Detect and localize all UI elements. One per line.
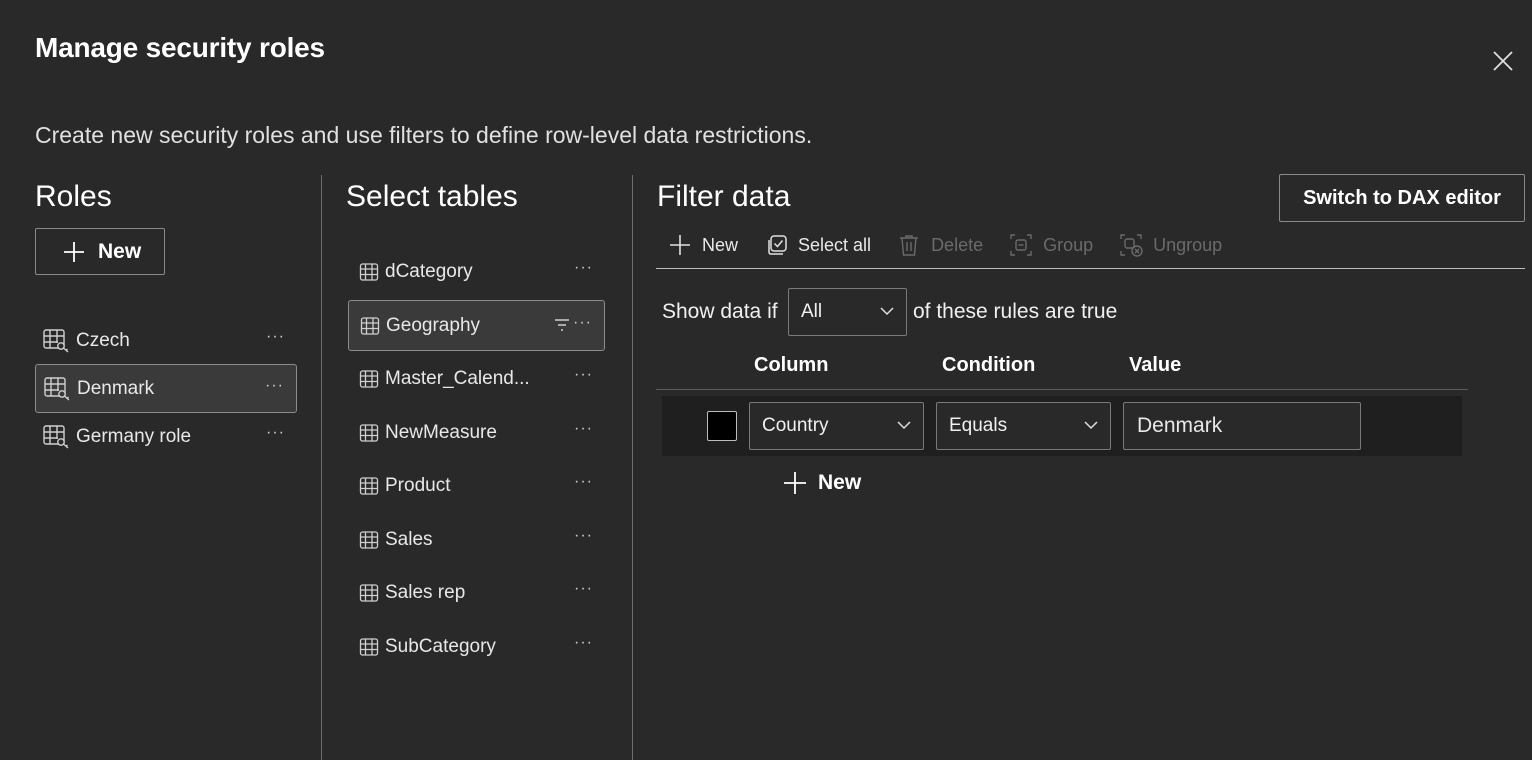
table-grid-icon xyxy=(359,637,379,656)
chevron-down-icon xyxy=(897,421,911,430)
more-ellipsis-icon[interactable]: ··· xyxy=(574,420,593,438)
select-all-label: Select all xyxy=(798,234,872,255)
role-label: Denmark xyxy=(77,377,155,399)
plus-icon xyxy=(670,235,690,255)
dialog-subtitle: Create new security roles and use filter… xyxy=(35,122,813,148)
more-ellipsis-icon[interactable]: ··· xyxy=(573,314,592,332)
table-item[interactable]: dCategory ··· xyxy=(348,246,605,297)
more-ellipsis-icon[interactable]: ··· xyxy=(574,473,593,491)
table-label: SubCategory xyxy=(385,635,496,657)
filter-toolbar: New Select all Delete Group Ungroup xyxy=(668,230,1248,260)
table-item[interactable]: Geography ··· xyxy=(348,300,605,351)
role-label: Germany role xyxy=(76,425,192,447)
role-label: Czech xyxy=(76,329,130,351)
role-table-key-icon xyxy=(43,424,69,449)
role-item-germany[interactable]: Germany role ··· xyxy=(35,412,297,461)
rule-column-value: Country xyxy=(762,415,829,436)
more-ellipsis-icon[interactable]: ··· xyxy=(574,634,593,652)
toolbar-divider xyxy=(656,268,1525,269)
rule-condition-select[interactable]: Equals xyxy=(936,402,1111,450)
chevron-down-icon xyxy=(880,307,894,316)
more-ellipsis-icon[interactable]: ··· xyxy=(266,424,285,442)
more-ellipsis-icon[interactable]: ··· xyxy=(266,328,285,346)
more-ellipsis-icon[interactable]: ··· xyxy=(574,259,593,277)
tables-heading: Select tables xyxy=(346,180,518,213)
role-table-key-icon xyxy=(44,376,70,401)
chevron-down-icon xyxy=(1084,421,1098,430)
select-all-button[interactable]: Select all xyxy=(764,233,871,257)
table-label: dCategory xyxy=(385,260,473,282)
table-grid-icon xyxy=(359,583,379,602)
dialog-title: Manage security roles xyxy=(35,32,325,63)
show-data-if-label: Show data if xyxy=(662,300,778,323)
table-label: Geography xyxy=(386,314,481,336)
table-grid-icon xyxy=(359,476,379,495)
divider xyxy=(632,175,633,760)
table-item[interactable]: Sales ··· xyxy=(348,514,605,565)
group-icon xyxy=(1010,234,1032,256)
table-label: Product xyxy=(385,474,451,496)
rule-column-select[interactable]: Country xyxy=(749,402,924,450)
table-item[interactable]: SubCategory ··· xyxy=(348,621,605,672)
match-mode-select[interactable]: All xyxy=(788,288,907,336)
divider xyxy=(321,175,322,760)
table-grid-icon xyxy=(359,369,379,388)
column-header: Column xyxy=(754,354,829,376)
table-grid-icon xyxy=(359,423,379,442)
role-item-denmark[interactable]: Denmark ··· xyxy=(35,364,297,413)
filter-heading: Filter data xyxy=(657,180,791,213)
rules-true-label: of these rules are true xyxy=(913,300,1118,323)
rule-condition-value: Equals xyxy=(949,415,1008,436)
table-item[interactable]: Sales rep ··· xyxy=(348,567,605,618)
table-item[interactable]: NewMeasure ··· xyxy=(348,407,605,458)
table-item[interactable]: Master_Calend... ··· xyxy=(348,353,605,404)
more-ellipsis-icon[interactable]: ··· xyxy=(574,527,593,545)
ungroup-button[interactable]: Ungroup xyxy=(1119,233,1222,257)
roles-heading: Roles xyxy=(35,180,112,213)
filter-icon xyxy=(555,319,569,331)
trash-icon xyxy=(900,235,919,256)
more-ellipsis-icon[interactable]: ··· xyxy=(574,366,593,384)
value-header: Value xyxy=(1129,354,1182,376)
plus-icon xyxy=(64,241,84,262)
more-ellipsis-icon[interactable]: ··· xyxy=(574,580,593,598)
table-grid-icon xyxy=(360,316,380,335)
table-item[interactable]: Product ··· xyxy=(348,460,605,511)
close-button[interactable] xyxy=(1488,46,1518,76)
new-filter-button[interactable]: New xyxy=(668,233,738,257)
new-role-button[interactable]: New xyxy=(35,228,165,275)
table-label: Sales rep xyxy=(385,581,466,603)
match-mode-value: All xyxy=(801,301,823,322)
role-table-key-icon xyxy=(43,328,69,353)
ungroup-label: Ungroup xyxy=(1153,234,1223,255)
new-filter-label: New xyxy=(702,234,739,255)
delete-label: Delete xyxy=(931,234,984,255)
group-label: Group xyxy=(1043,234,1094,255)
table-grid-icon xyxy=(359,530,379,549)
select-all-icon xyxy=(768,235,787,255)
rule-checkbox[interactable] xyxy=(707,411,737,441)
plus-icon xyxy=(784,472,806,494)
ungroup-icon xyxy=(1120,234,1143,257)
more-ellipsis-icon[interactable]: ··· xyxy=(265,377,284,395)
delete-button[interactable]: Delete xyxy=(897,233,983,257)
table-label: Sales xyxy=(385,528,433,550)
table-label: Master_Calend... xyxy=(385,367,530,389)
condition-header: Condition xyxy=(942,354,1036,376)
table-grid-icon xyxy=(359,262,379,281)
new-role-label: New xyxy=(98,239,142,263)
group-button[interactable]: Group xyxy=(1009,233,1093,257)
switch-to-dax-button[interactable]: Switch to DAX editor xyxy=(1279,174,1525,222)
table-label: NewMeasure xyxy=(385,421,497,443)
add-rule-label: New xyxy=(818,471,862,494)
role-item-czech[interactable]: Czech ··· xyxy=(35,316,297,365)
close-icon xyxy=(1493,51,1513,71)
add-rule-button[interactable]: New xyxy=(782,470,861,496)
rule-value-input[interactable]: Denmark xyxy=(1123,402,1361,450)
header-divider xyxy=(656,389,1468,390)
